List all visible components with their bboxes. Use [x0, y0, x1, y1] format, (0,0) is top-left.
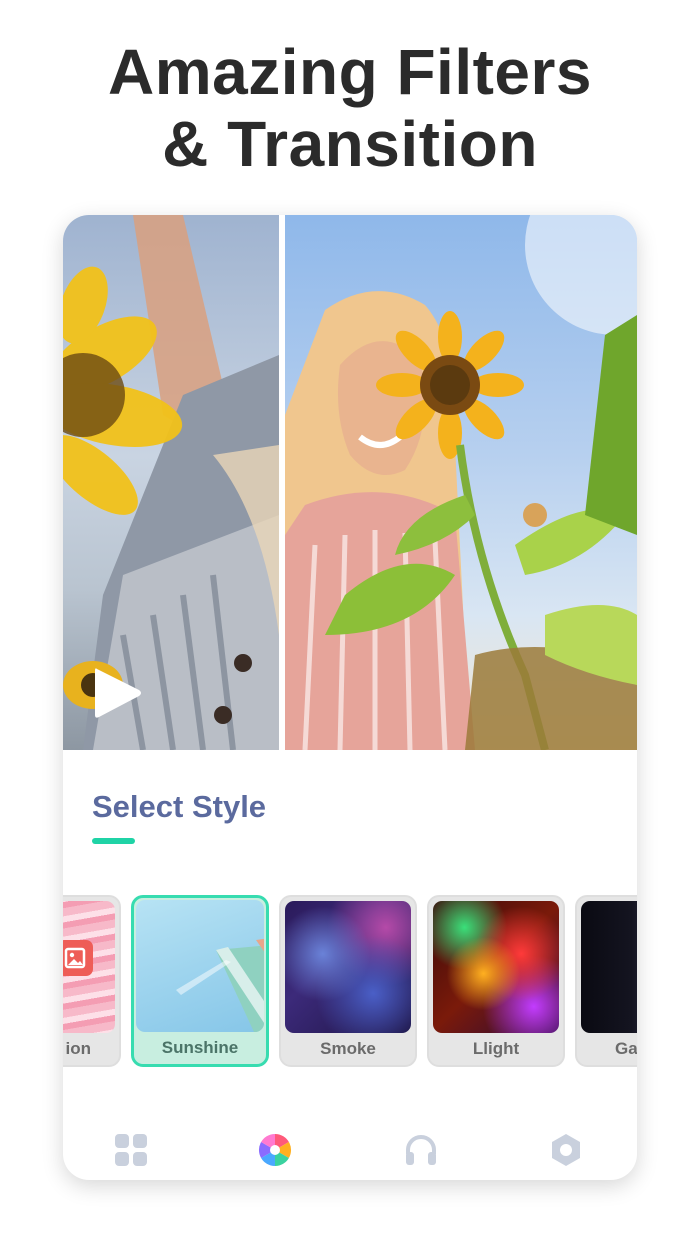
style-thumb: [136, 900, 264, 1032]
headline-line-1: Amazing Filters: [107, 36, 593, 108]
style-item-sunshine[interactable]: Sunshine: [131, 895, 269, 1067]
filter-wheel-icon[interactable]: [257, 1132, 293, 1168]
style-thumb: [433, 901, 559, 1033]
bottom-nav: [63, 1120, 637, 1180]
filtered-photo: [285, 215, 637, 750]
headphones-icon[interactable]: [403, 1132, 439, 1168]
style-thumb: [285, 901, 411, 1033]
headline-line-2: & Transition: [162, 108, 538, 180]
style-label: Sunshine: [161, 1038, 239, 1057]
style-label: Smoke: [320, 1039, 376, 1058]
style-item-llight[interactable]: Llight: [427, 895, 565, 1067]
style-thumb: [581, 901, 637, 1033]
style-label: Ga: [615, 1039, 637, 1058]
section-title: Select Style: [92, 789, 267, 824]
style-label: Llight: [472, 1039, 520, 1058]
style-carousel[interactable]: ion Sunshine Smoke Llight Ga: [63, 895, 637, 1070]
play-icon[interactable]: [87, 663, 147, 723]
image-icon: [63, 940, 93, 976]
grid-icon[interactable]: [113, 1132, 149, 1168]
video-preview[interactable]: [63, 215, 637, 750]
style-item-partial-left[interactable]: ion: [63, 895, 121, 1067]
section-title-underline: [92, 838, 135, 844]
preview-filtered: [285, 215, 637, 750]
style-item-partial-right[interactable]: Ga: [575, 895, 637, 1067]
style-label: ion: [65, 1039, 92, 1058]
app-card: Select Style ion Sunshine Smoke Llight G…: [63, 215, 637, 1180]
style-item-smoke[interactable]: Smoke: [279, 895, 417, 1067]
headline: Amazing Filters & Transition: [0, 36, 700, 180]
hexagon-settings-icon[interactable]: [548, 1132, 584, 1168]
